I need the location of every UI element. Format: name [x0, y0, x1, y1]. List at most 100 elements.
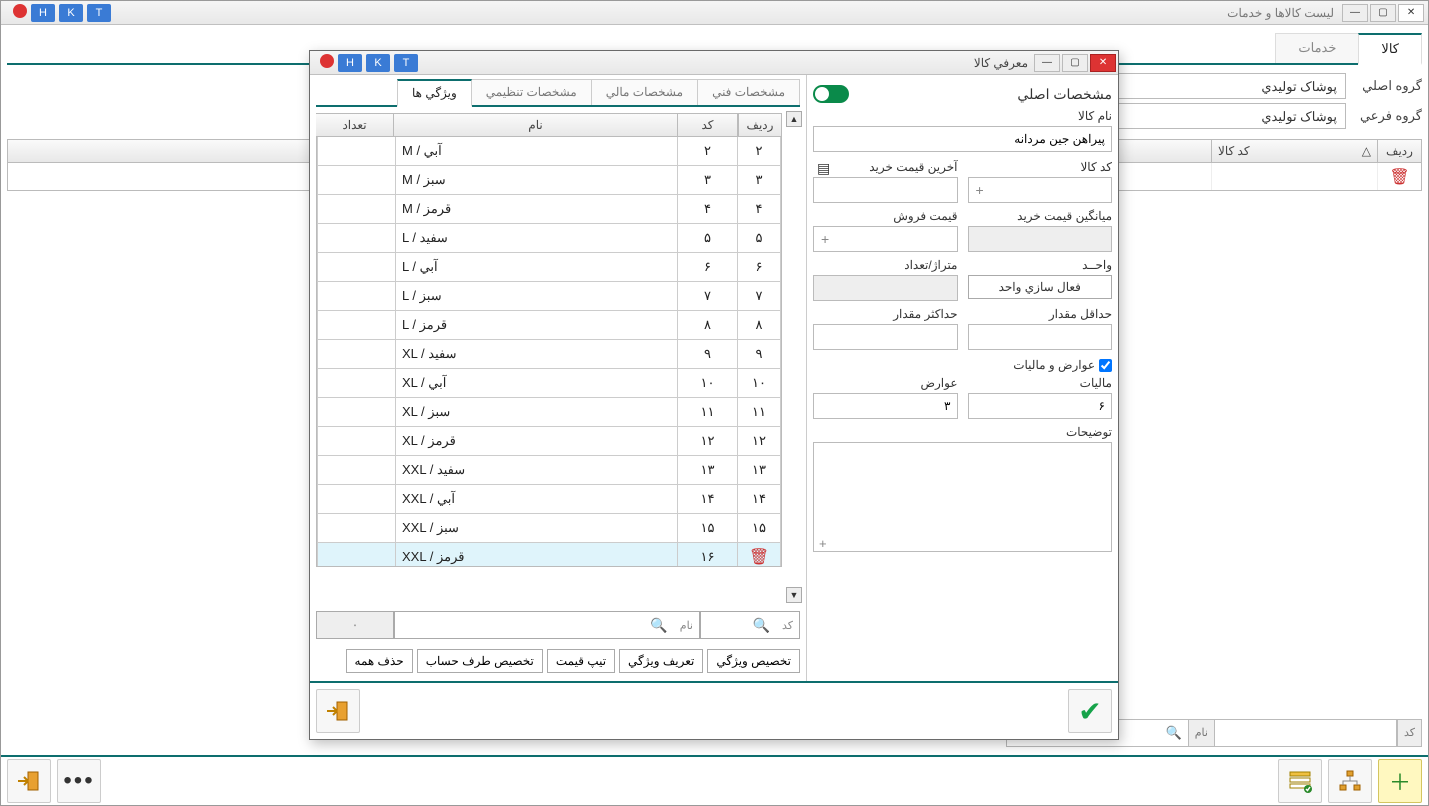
popup-maximize-button[interactable]: ▢ — [1062, 54, 1088, 72]
scroll-down-button[interactable]: ▼ — [786, 587, 802, 603]
tree-button[interactable] — [1328, 759, 1372, 803]
attr-row[interactable]: ۹۹XL / سفيد — [317, 340, 781, 369]
list-button[interactable] — [1278, 759, 1322, 803]
attr-cell-kod: ۷ — [677, 282, 737, 310]
attr-cell-nam: XXL / سبز — [395, 514, 677, 542]
add-button[interactable]: ＋ — [1378, 759, 1422, 803]
col-kod-kala[interactable]: △ کد کالا — [1211, 140, 1377, 162]
main-maximize-button[interactable]: ▢ — [1370, 4, 1396, 22]
attr-row[interactable]: 🗑۱۶XXL / قرمز — [317, 543, 781, 567]
attr-row[interactable]: ۲۲M / آبي — [317, 137, 781, 166]
attr-search-kod-label: کد — [776, 619, 799, 632]
attr-row[interactable]: ۸۸L / قرمز — [317, 311, 781, 340]
inner-tab-settings[interactable]: مشخصات تنظيمي — [471, 79, 592, 105]
attr-col-tedad[interactable]: تعداد — [316, 113, 394, 137]
tax-checkbox[interactable] — [1099, 359, 1112, 372]
attr-cell-tedad — [317, 137, 395, 165]
inner-tab-financial[interactable]: مشخصات مالي — [591, 79, 698, 105]
attr-row[interactable]: ۶۶L / آبي — [317, 253, 781, 282]
min-input[interactable] — [968, 324, 1113, 350]
popup-window: ✕ ▢ ― معرفي کالا T K H مشخصات اصلي نام ک… — [309, 50, 1119, 740]
attr-table-body[interactable]: ۲۲M / آبي۳۳M / سبز۴۴M / قرمز۵۵L / سفيد۶۶… — [316, 137, 782, 567]
attr-cell-tedad — [317, 311, 395, 339]
col-radif[interactable]: رديف — [1377, 140, 1421, 162]
attr-row[interactable]: ۷۷L / سبز — [317, 282, 781, 311]
attr-search-input[interactable] — [395, 617, 644, 633]
attr-row[interactable]: ۱۳۱۳XXL / سفيد — [317, 456, 781, 485]
desc-label: توضيحات — [813, 425, 1112, 439]
attr-cell-tedad — [317, 369, 395, 397]
unit-activate-button[interactable]: فعال سازي واحد — [968, 275, 1113, 299]
attr-cell-nam: XXL / قرمز — [395, 543, 677, 567]
attr-cell-kod: ۱۵ — [677, 514, 737, 542]
tax-input[interactable] — [968, 393, 1113, 419]
define-attr-button[interactable]: تعريف ويژگي — [619, 649, 703, 673]
sell-plus[interactable]: + — [821, 231, 829, 247]
sell-input[interactable] — [813, 226, 958, 252]
desc-plus[interactable]: + — [819, 536, 827, 551]
popup-minimize-button[interactable]: ― — [1034, 54, 1060, 72]
popup-hkt-t[interactable]: T — [394, 54, 418, 72]
attr-cell-nam: XL / سفيد — [395, 340, 677, 368]
attr-row[interactable]: ۱۱۱۱XL / سبز — [317, 398, 781, 427]
scroll-up-button[interactable]: ▲ — [786, 111, 802, 127]
main-close-button[interactable]: ✕ — [1398, 4, 1424, 22]
attr-col-nam[interactable]: نام — [394, 113, 678, 137]
attr-row[interactable]: ۱۴۱۴XXL / آبي — [317, 485, 781, 514]
code-input[interactable] — [968, 177, 1113, 203]
popup-record-icon[interactable] — [320, 54, 334, 68]
attr-search-row: کد 🔍 نام 🔍 ٠ — [316, 611, 800, 639]
avgbuy-label: ميانگين قيمت خريد — [968, 209, 1113, 223]
barcode-icon[interactable]: ▤ — [813, 160, 830, 177]
hkt-h[interactable]: H — [31, 4, 55, 22]
attr-row[interactable]: ۱۵۱۵XXL / سبز — [317, 514, 781, 543]
main-search-bar: کد نام 🔍 — [1142, 719, 1422, 747]
inner-tab-attributes[interactable]: ويژگي ها — [397, 79, 472, 107]
qty-label: متراژ/تعداد — [813, 258, 958, 272]
attr-tedad-box[interactable]: ٠ — [316, 611, 394, 639]
delete-attr-icon[interactable]: 🗑 — [749, 547, 769, 567]
attr-cell-kod: ۱۲ — [677, 427, 737, 455]
group-sub-label: گروه فرعي — [1352, 108, 1422, 124]
more-button[interactable]: ••• — [57, 759, 101, 803]
delete-row-icon[interactable]: 🗑 — [1389, 167, 1409, 187]
attr-col-radif[interactable]: رديف — [738, 113, 782, 137]
popup-close-button[interactable]: ✕ — [1090, 54, 1116, 72]
price-type-button[interactable]: تيپ قيمت — [547, 649, 615, 673]
popup-hkt-k[interactable]: K — [366, 54, 390, 72]
attr-row[interactable]: ۱۰۱۰XL / آبي — [317, 369, 781, 398]
duty-input[interactable] — [813, 393, 958, 419]
attr-col-kod[interactable]: کد — [678, 113, 738, 137]
name-input[interactable] — [813, 126, 1112, 152]
popup-exit-button[interactable] — [316, 689, 360, 733]
attr-row[interactable]: ۴۴M / قرمز — [317, 195, 781, 224]
attr-cell-kod: ۹ — [677, 340, 737, 368]
hkt-t[interactable]: T — [87, 4, 111, 22]
inner-tab-tech[interactable]: مشخصات فني — [697, 79, 800, 105]
assign-account-button[interactable]: تخصيص طرف حساب — [417, 649, 543, 673]
hkt-k[interactable]: K — [59, 4, 83, 22]
record-icon[interactable] — [13, 4, 27, 18]
attr-cell-tedad — [317, 224, 395, 252]
exit-button[interactable] — [7, 759, 51, 803]
attr-cell-kod: ۱۱ — [677, 398, 737, 426]
main-minimize-button[interactable]: ― — [1342, 4, 1368, 22]
attr-row[interactable]: ۵۵L / سفيد — [317, 224, 781, 253]
attr-cell-tedad — [317, 398, 395, 426]
attr-row[interactable]: ۳۳M / سبز — [317, 166, 781, 195]
max-input[interactable] — [813, 324, 958, 350]
desc-input[interactable] — [813, 442, 1112, 552]
delete-all-button[interactable]: حذف همه — [346, 649, 413, 673]
search-code-input[interactable] — [1214, 719, 1397, 747]
code-plus[interactable]: + — [976, 182, 984, 198]
active-toggle[interactable] — [813, 85, 849, 103]
popup-hkt-h[interactable]: H — [338, 54, 362, 72]
assign-attr-button[interactable]: تخصيص ويژگي — [707, 649, 800, 673]
attr-row[interactable]: ۱۲۱۲XL / قرمز — [317, 427, 781, 456]
attr-cell-tedad — [317, 485, 395, 513]
lastbuy-input[interactable] — [813, 177, 958, 203]
tab-kala[interactable]: کالا — [1358, 33, 1422, 65]
search-code-label: کد — [1397, 719, 1422, 747]
popup-confirm-button[interactable]: ✔ — [1068, 689, 1112, 733]
tab-khadamat[interactable]: خدمات — [1275, 33, 1359, 63]
